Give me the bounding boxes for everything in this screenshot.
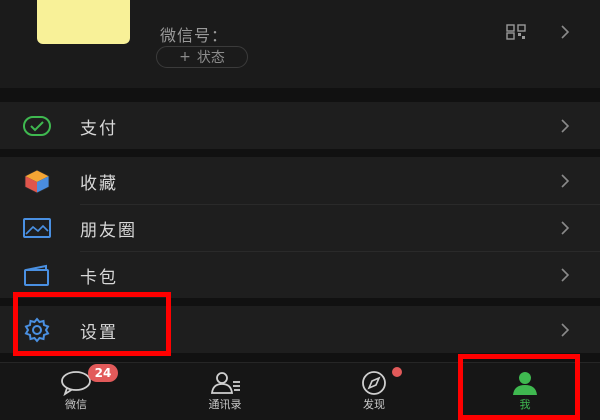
tab-contacts[interactable]: 通讯录 (165, 363, 285, 420)
unread-badge: 24 (88, 364, 118, 382)
favorites-cube-icon (24, 169, 50, 194)
chevron-right-icon (561, 221, 570, 235)
section-gap (0, 88, 600, 102)
menu-item-favorites-label: 收藏 (80, 174, 118, 194)
moments-image-icon (23, 218, 51, 238)
chevron-right-icon (561, 25, 570, 39)
menu-item-pay[interactable]: 支付 (0, 102, 600, 149)
tab-chats[interactable]: 24 微信 (16, 363, 136, 420)
person-icon (513, 372, 537, 395)
tab-me-label: 我 (519, 398, 531, 411)
chevron-right-icon (561, 119, 570, 133)
menu-item-settings-label: 设置 (80, 323, 118, 343)
menu-item-cards-label: 卡包 (80, 268, 118, 288)
menu-item-moments[interactable]: 朋友圈 (0, 204, 600, 251)
chevron-right-icon (561, 323, 570, 337)
menu-item-moments-label: 朋友圈 (80, 221, 137, 241)
menu-item-favorites[interactable]: 收藏 (0, 157, 600, 204)
compass-icon (362, 371, 386, 395)
pay-icon (23, 116, 51, 136)
contacts-icon (210, 372, 240, 394)
menu-item-settings[interactable]: 设置 (0, 306, 600, 353)
section-gap (0, 149, 600, 157)
new-content-dot (392, 367, 402, 377)
profile-header[interactable]: 微信号： + 状态 (0, 0, 600, 88)
tab-contacts-label: 通讯录 (208, 398, 242, 411)
wechat-id-label: 微信号： (160, 26, 229, 45)
menu-group-main: 收藏 朋友圈 卡包 (0, 157, 600, 298)
chevron-right-icon (561, 268, 570, 282)
card-wallet-icon (24, 264, 49, 286)
gear-icon (24, 317, 50, 343)
avatar[interactable] (37, 0, 130, 44)
bottom-tab-bar: 24 微信 通讯录 发现 我 (0, 362, 600, 420)
tab-discover[interactable]: 发现 (314, 363, 434, 420)
tab-discover-label: 发现 (363, 398, 385, 411)
plus-icon: + (179, 49, 191, 65)
tab-me[interactable]: 我 (465, 363, 585, 420)
menu-item-cards[interactable]: 卡包 (0, 251, 600, 298)
section-gap (0, 298, 600, 306)
section-gap (0, 353, 600, 362)
chevron-right-icon (561, 174, 570, 188)
status-button[interactable]: + 状态 (156, 46, 248, 68)
qr-code-icon[interactable] (506, 24, 526, 40)
status-label: 状态 (196, 50, 225, 66)
menu-item-pay-label: 支付 (80, 119, 118, 139)
menu-group-pay: 支付 (0, 102, 600, 149)
menu-group-settings: 设置 (0, 306, 600, 353)
tab-chats-label: 微信 (65, 398, 87, 411)
